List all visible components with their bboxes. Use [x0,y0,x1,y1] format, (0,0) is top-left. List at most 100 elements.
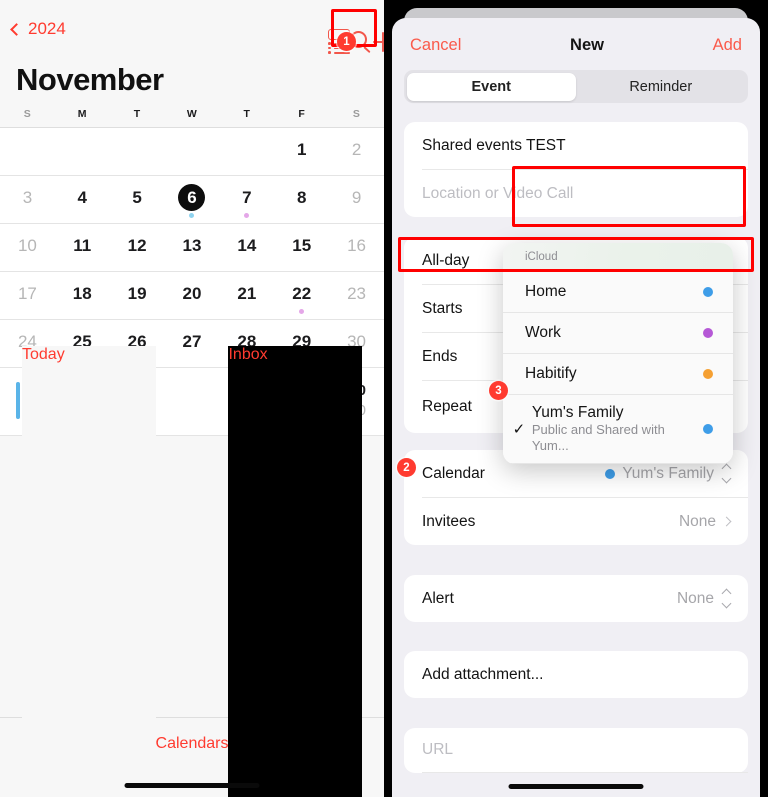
weekday-header-row: S M T W T F S [0,108,384,128]
url-input[interactable]: URL [422,741,453,759]
event-dot [189,213,195,218]
home-indicator [508,784,644,789]
tab-event[interactable]: Event [406,72,576,101]
day-number: 12 [127,236,147,255]
day-number [14,136,41,163]
calendar-color-dot [703,369,713,379]
day-number: 23 [347,284,367,303]
day-number: 13 [182,236,202,255]
calendar-day-cell[interactable]: 9 [329,176,384,223]
calendar-week-row: 12 [0,128,384,176]
sheet-title: New [570,36,604,54]
calendar-color-dot [605,468,616,479]
invitees-value-text: None [678,512,716,530]
chevron-updown-icon [721,463,732,484]
calendar-label: Calendar [422,464,485,482]
popup-item[interactable]: Home [503,272,733,313]
chevron-right-icon [721,516,732,527]
calendar-day-cell[interactable]: 19 [110,272,165,319]
calendar-day-cell[interactable]: 5 [110,176,165,223]
calendar-day-cell[interactable]: 11 [55,224,110,271]
calendar-day-cell[interactable]: 16 [329,224,384,271]
add-button[interactable]: Add [713,36,742,55]
calendar-day-cell[interactable]: 7 [219,176,274,223]
weekday-header: W [186,108,198,120]
calendar-day-cell[interactable]: 8 [274,176,329,223]
day-number: 7 [242,188,252,207]
popup-item-name: Home [525,283,567,300]
calendar-day-cell[interactable]: 21 [219,272,274,319]
title-field-row[interactable]: Shared events TEST [404,122,748,169]
calendar-day-cell[interactable]: 6 [165,176,220,223]
back-to-year-button[interactable]: 2024 [10,19,66,39]
month-grid: 1 2 3 4 5 6 7 8 9 10 11 12 13 14 15 16 17 18 19 20 21 22 23 24 2… [0,128,384,368]
calendar-week-row: 3 4 5 6 7 8 9 [0,176,384,224]
weekday-header: S [23,108,32,120]
calendars-button[interactable]: Calendars [156,735,229,753]
calendar-day-cell[interactable]: 17 [0,272,55,319]
popup-item-name: Work [525,324,561,341]
day-number: 16 [347,236,367,255]
popup-item[interactable]: Work [503,313,733,354]
calendar-day-cell [165,128,220,175]
calendar-day-cell[interactable]: 3 [0,176,55,223]
invitees-value: None [678,512,732,531]
calendar-day-cell[interactable]: 2 [329,128,384,175]
calendar-day-cell[interactable]: 1 [274,128,329,175]
event-dot [299,309,305,314]
day-number: 27 [182,332,202,351]
today-button[interactable]: Today [22,345,156,797]
cancel-button[interactable]: Cancel [410,36,461,55]
add-attachment-row[interactable]: Add attachment... [404,651,748,698]
inbox-button[interactable]: Inbox [228,345,362,797]
day-number: 20 [182,284,202,303]
calendar-day-cell[interactable]: 13 [165,224,220,271]
weekday-header: S [352,108,361,120]
calendar-day-cell[interactable]: 15 [274,224,329,271]
event-dot [244,213,250,218]
calendar-invitees-card: Calendar Yum's Family Invitees None [404,450,748,545]
calendar-day-cell[interactable]: 22 [274,272,329,319]
sheet-header: Cancel New Add [392,18,760,61]
bottom-toolbar: Today Calendars Inbox [0,345,384,797]
calendar-day-cell[interactable]: 10 [0,224,55,271]
day-number: 19 [127,284,147,303]
event-reminder-segmented-control: Event Reminder [404,70,748,103]
url-row[interactable]: URL [404,728,748,772]
location-input[interactable]: Location or Video Call [422,185,573,203]
calendar-day-cell[interactable]: 18 [55,272,110,319]
alert-value-text: None [676,589,714,607]
starts-label: Starts [422,299,463,317]
calendar-day-cell[interactable]: 23 [329,272,384,319]
attachment-card: Add attachment... [404,651,748,698]
calendar-value[interactable]: Yum's Family [605,463,732,484]
invitees-row[interactable]: Invitees None [404,498,748,545]
popup-item-subtitle: Public and Shared with Yum... [531,422,665,453]
calendar-day-cell[interactable]: 14 [219,224,274,271]
day-number: 5 [132,188,142,207]
popup-item-name: Yum's Family [531,404,624,421]
yums-family-popup-item[interactable]: ✓ Yum's Family Public and Shared with Yum.… [503,395,733,464]
location-field-row[interactable]: Location or Video Call [404,170,748,217]
popup-item[interactable]: Habitify [503,354,733,395]
divider [422,772,748,773]
alert-value[interactable]: None [676,588,732,609]
calendar-day-cell [0,128,55,175]
weekday-header: F [298,108,306,120]
tab-reminder[interactable]: Reminder [576,73,746,101]
calendar-day-cell[interactable]: 4 [55,176,110,223]
home-indicator [124,783,260,788]
day-number: 9 [351,188,362,207]
alert-card: Alert None [404,575,748,622]
annotation-badge-3: 3 [489,381,508,400]
calendar-toolbar: 2024 [0,0,384,58]
calendar-day-cell[interactable]: 12 [110,224,165,271]
day-number: 8 [296,188,307,207]
calendar-day-cell[interactable]: 20 [165,272,220,319]
event-color-bar [16,382,20,419]
event-title-input[interactable]: Shared events TEST [422,137,566,155]
calendar-day-cell[interactable]: 27 [165,320,220,367]
day-number: 17 [17,284,37,303]
calendar-day-cell [55,128,110,175]
alert-row[interactable]: Alert None [404,575,748,622]
